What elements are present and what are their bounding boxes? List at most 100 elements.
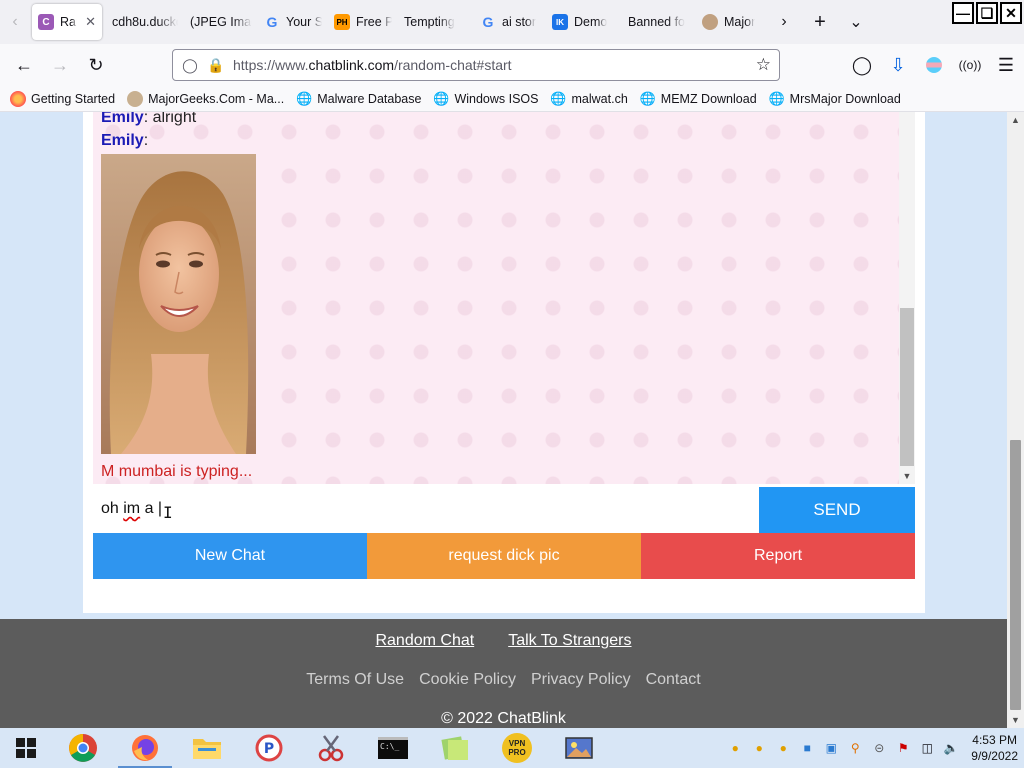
app-tray-icon[interactable]: ▣ [821, 738, 841, 758]
vpn-tray-icon[interactable]: ● [773, 738, 793, 758]
pocket-icon[interactable]: ◯ [844, 49, 880, 81]
page-viewport: Emily: alright Emily: M mumbai is typing… [0, 112, 1007, 728]
new-chat-button[interactable]: New Chat [93, 533, 367, 579]
page-scroll-down-icon[interactable]: ▼ [1007, 712, 1024, 728]
shared-photo[interactable] [101, 154, 256, 454]
google-icon: G [266, 14, 278, 30]
tab-cdh8u[interactable]: cdh8u.duckdns [106, 4, 184, 40]
tab-random-chat[interactable]: C Random Chat ✕ [32, 4, 102, 40]
footer-link-contact[interactable]: Contact [646, 671, 701, 689]
text-cursor-icon: I [163, 503, 173, 522]
page-scrollbar[interactable]: ▲ ▼ [1007, 112, 1024, 728]
bookmark-malware-database[interactable]: 🌐 Malware Database [296, 91, 421, 107]
vpn-tray-icon[interactable]: ● [725, 738, 745, 758]
tab-free-p[interactable]: PH Free P [328, 4, 398, 40]
new-tab-icon[interactable]: + [802, 4, 838, 40]
bookmark-malwatch[interactable]: 🌐 malwat.ch [550, 91, 627, 107]
file-explorer-icon[interactable] [176, 728, 238, 768]
cmd-icon-label: C:\_ [378, 737, 408, 759]
bookmark-mrsmajor-download[interactable]: 🌐 MrsMajor Download [769, 91, 901, 107]
footer-link-terms[interactable]: Terms Of Use [306, 671, 404, 689]
windows-start-icon[interactable] [0, 728, 52, 768]
search-tray-icon[interactable]: ⚲ [845, 738, 865, 758]
clock-date: 9/9/2022 [971, 749, 1018, 763]
close-window-icon[interactable]: ✕ [1000, 2, 1022, 24]
volume-icon[interactable]: 🔈 [941, 738, 961, 758]
vpn-pro-icon[interactable]: VPN PRO [486, 728, 548, 768]
firefox-icon[interactable] [114, 728, 176, 768]
minus-tray-icon[interactable]: ⊝ [869, 738, 889, 758]
chat-scrollbar-thumb[interactable] [900, 308, 914, 466]
globe-icon: 🌐 [296, 90, 313, 106]
tab-label: Banned fo [628, 15, 685, 29]
ph-favicon-icon: PH [334, 14, 350, 30]
firefox-icon [10, 90, 26, 107]
reload-icon[interactable]: ↻ [78, 49, 114, 81]
tab-jpeg-image[interactable]: (JPEG Image [184, 4, 258, 40]
url-bar[interactable]: ◯ 🔒 https://www.chatblink.com/random-cha… [172, 49, 780, 81]
url-text[interactable]: https://www.chatblink.com/random-chat#st… [233, 57, 748, 73]
chrome-icon[interactable] [52, 728, 114, 768]
tab-scroll-right-icon[interactable]: › [766, 4, 802, 40]
photo-app-icon[interactable] [548, 728, 610, 768]
downloads-icon[interactable]: ⇩ [880, 49, 916, 81]
majorgeeks-favicon-icon [702, 14, 718, 30]
toolbar-right: ◯ ⇩ ((o)) ☰ [844, 49, 1024, 81]
system-clock[interactable]: 4:53 PM 9/9/2022 [971, 732, 1018, 764]
back-icon[interactable]: ← [6, 49, 42, 81]
account-icon[interactable] [916, 49, 952, 81]
request-button[interactable]: request dick pic [367, 533, 641, 579]
tab-major[interactable]: Major [696, 4, 766, 40]
paint-icon[interactable]: P [238, 728, 300, 768]
maximize-icon[interactable]: ❏ [976, 2, 998, 24]
display-tray-icon[interactable]: ◫ [917, 738, 937, 758]
tab-tempting[interactable]: Tempting [398, 4, 474, 40]
tracking-protection-shield-icon[interactable]: ◯ [181, 57, 199, 74]
footer-link-talk-to-strangers[interactable]: Talk To Strangers [508, 632, 631, 650]
tab-label: Your S [286, 15, 322, 29]
tab-scroll-left-icon[interactable]: ‹ [0, 0, 30, 44]
cmd-icon[interactable]: C:\_ [362, 728, 424, 768]
app-menu-icon[interactable]: ☰ [988, 49, 1024, 81]
tab-google-2[interactable]: G ai stor [474, 4, 546, 40]
page-scroll-up-icon[interactable]: ▲ [1007, 112, 1024, 128]
bookmark-label: Windows ISOS [454, 91, 539, 106]
footer-link-cookie-policy[interactable]: Cookie Policy [419, 671, 516, 689]
bookmark-star-icon[interactable]: ☆ [756, 55, 771, 75]
bookmark-majorgeeks[interactable]: MajorGeeks.Com - Ma... [127, 90, 284, 107]
typing-indicator: M mumbai is typing... [101, 463, 253, 480]
tab-google-1[interactable]: G Your S [258, 4, 328, 40]
misspelled-word: im [123, 500, 141, 517]
send-button[interactable]: SEND [759, 487, 915, 533]
lock-icon[interactable]: 🔒 [207, 57, 225, 74]
scissors-icon[interactable] [300, 728, 362, 768]
bookmark-memz-download[interactable]: 🌐 MEMZ Download [640, 91, 757, 107]
extensions-icon[interactable]: ((o)) [952, 49, 988, 81]
bookmark-windows-isos[interactable]: 🌐 Windows ISOS [433, 91, 538, 107]
footer-link-privacy-policy[interactable]: Privacy Policy [531, 671, 631, 689]
tab-label: Random Chat [60, 15, 77, 29]
bookmark-getting-started[interactable]: Getting Started [10, 90, 115, 107]
flag-tray-icon[interactable]: ⚑ [893, 738, 913, 758]
list-all-tabs-icon[interactable]: ⌄ [838, 4, 874, 40]
network-tray-icon[interactable]: ■ [797, 738, 817, 758]
chat-log[interactable]: Emily: alright Emily: M mumbai is typing… [93, 112, 899, 484]
footer-link-random-chat[interactable]: Random Chat [375, 632, 474, 650]
close-tab-icon[interactable]: ✕ [85, 14, 96, 30]
chat-scroll-down-icon[interactable]: ▼ [899, 468, 915, 484]
site-footer: Random Chat Talk To Strangers Terms Of U… [0, 619, 1007, 728]
page-scrollbar-thumb[interactable] [1010, 440, 1021, 710]
notes-icon[interactable] [424, 728, 486, 768]
ik-favicon-icon: IK [552, 14, 568, 30]
tab-demo[interactable]: IK Demo [546, 4, 622, 40]
message-sender: Emily [101, 112, 144, 126]
chat-scrollbar[interactable]: ▼ [899, 112, 915, 484]
message-input[interactable]: oh im a | [93, 486, 759, 532]
forward-icon[interactable]: → [42, 49, 78, 81]
report-button[interactable]: Report [641, 533, 915, 579]
vpn-tray-icon[interactable]: ● [749, 738, 769, 758]
tab-banned[interactable]: Banned fo [622, 4, 696, 40]
tab-label: (JPEG Image [190, 15, 252, 29]
svg-text:P: P [264, 741, 274, 757]
minimize-icon[interactable]: — [952, 2, 974, 24]
